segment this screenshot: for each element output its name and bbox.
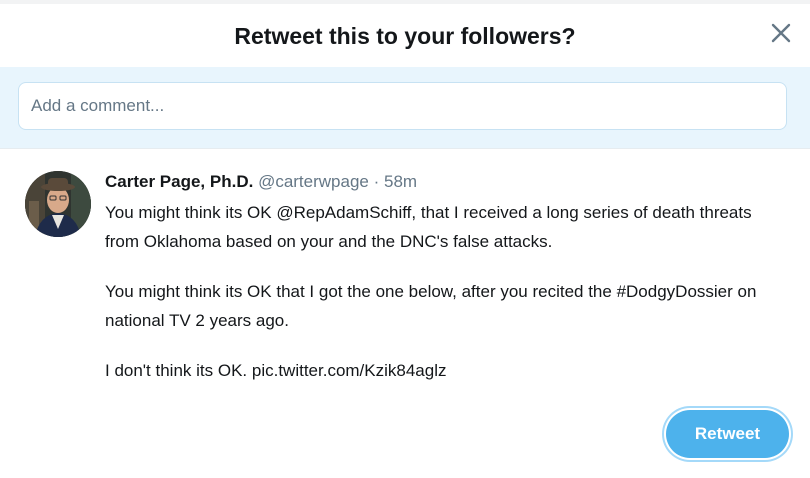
quoted-tweet: Carter Page, Ph.D. @carterwpage · 58m Yo… bbox=[0, 149, 810, 399]
comment-input[interactable] bbox=[18, 82, 787, 130]
avatar[interactable] bbox=[25, 171, 91, 237]
tweet-paragraph: You might think its OK that I got the on… bbox=[105, 282, 757, 330]
tweet-timestamp[interactable]: 58m bbox=[384, 172, 417, 191]
tweet-paragraph: You might think its OK @RepAdamSchiff, t… bbox=[105, 203, 752, 251]
comment-compose-area bbox=[0, 67, 810, 149]
close-icon bbox=[771, 23, 791, 43]
dialog-header: Retweet this to your followers? bbox=[0, 4, 810, 67]
tweet-text: You might think its OK @RepAdamSchiff, t… bbox=[105, 198, 785, 385]
dialog-title: Retweet this to your followers? bbox=[234, 23, 576, 49]
author-handle[interactable]: @carterwpage bbox=[258, 172, 369, 191]
tweet-paragraph: I don't think its OK. pic.twitter.com/Kz… bbox=[105, 361, 447, 380]
tweet-header: Carter Page, Ph.D. @carterwpage · 58m bbox=[105, 172, 417, 192]
separator-dot: · bbox=[373, 172, 380, 191]
close-button[interactable] bbox=[770, 22, 792, 44]
retweet-dialog: Retweet this to your followers? Add a co… bbox=[0, 0, 810, 478]
retweet-button[interactable]: Retweet bbox=[666, 410, 789, 458]
author-name[interactable]: Carter Page, Ph.D. bbox=[105, 172, 253, 191]
